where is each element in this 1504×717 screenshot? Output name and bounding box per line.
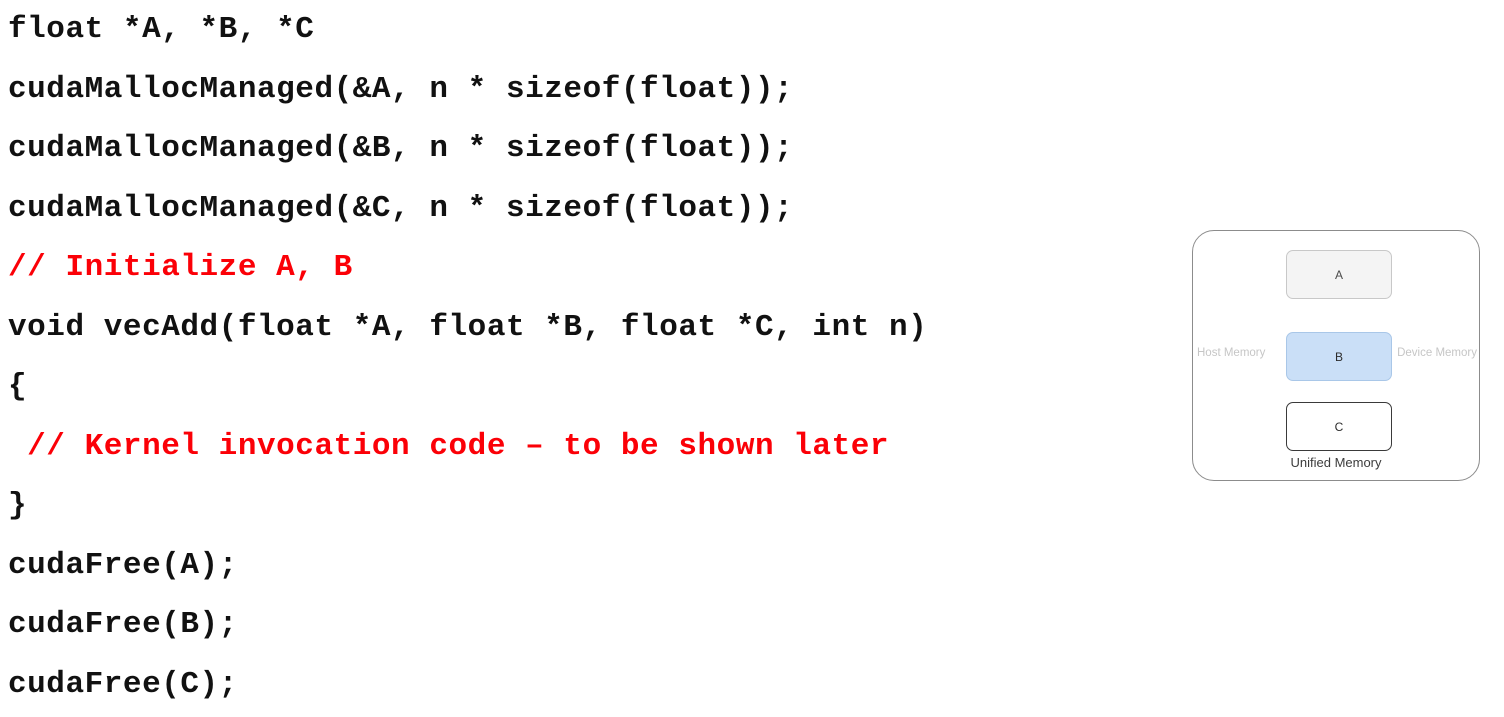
code-line: cudaMallocManaged(&A, n * sizeof(float))…	[8, 71, 794, 107]
unified-memory-diagram: A B C Host Memory Device Memory Unified …	[1192, 230, 1482, 483]
unified-memory-caption: Unified Memory	[1290, 455, 1382, 470]
memory-block-a-label: A	[1334, 267, 1343, 282]
device-memory-label: Device Memory	[1397, 347, 1477, 359]
memory-block-b: B	[1286, 332, 1392, 381]
code-line: }	[8, 488, 28, 523]
code-comment-line: // Initialize A, B	[8, 250, 353, 285]
code-line: cudaFree(A);	[8, 547, 238, 583]
code-line: cudaMallocManaged(&C, n * sizeof(float))…	[8, 190, 794, 226]
code-comment-line: // Kernel invocation code – to be shown …	[8, 428, 890, 464]
code-line: cudaFree(C);	[8, 666, 238, 702]
memory-block-b-label: B	[1334, 349, 1343, 364]
unified-memory-container: A B C Host Memory Device Memory Unified …	[1192, 230, 1480, 481]
code-listing: float *A, *B, *C cudaMallocManaged(&A, n…	[8, 0, 1188, 714]
host-memory-label: Host Memory	[1197, 347, 1266, 359]
code-line: cudaMallocManaged(&B, n * sizeof(float))…	[8, 131, 794, 166]
memory-block-c-label: C	[1334, 419, 1344, 434]
memory-block-c: C	[1286, 402, 1392, 451]
code-line: float *A, *B, *C	[8, 12, 315, 47]
code-line: void vecAdd(float *A, float *B, float *C…	[8, 309, 928, 345]
memory-block-a: A	[1286, 250, 1392, 299]
code-line: {	[8, 369, 28, 404]
code-line: cudaFree(B);	[8, 607, 238, 642]
